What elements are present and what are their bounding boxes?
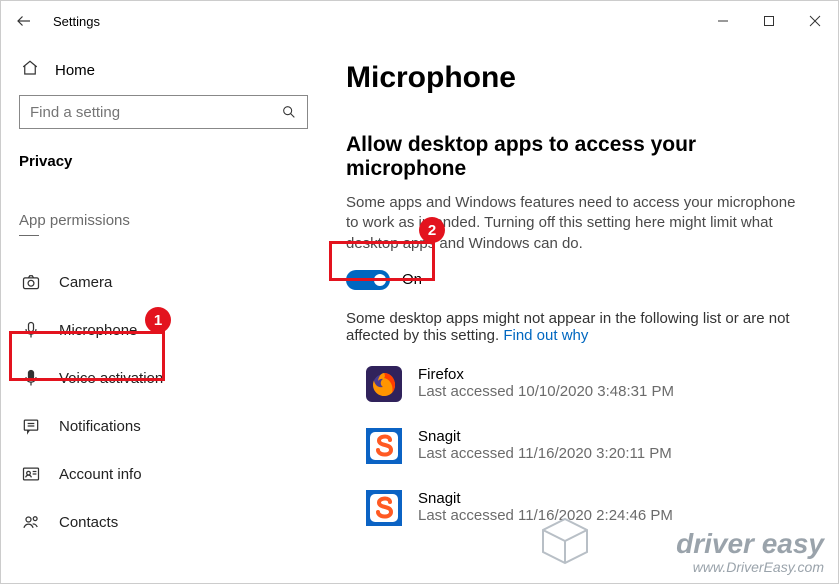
app-row: Firefox Last accessed 10/10/2020 3:48:31… bbox=[366, 366, 810, 402]
sidebar-item-label: Notifications bbox=[59, 418, 141, 435]
app-subtext: Last accessed 11/16/2020 2:24:46 PM bbox=[418, 507, 673, 524]
account-info-icon bbox=[21, 464, 41, 484]
titlebar: Settings bbox=[1, 1, 838, 41]
sidebar-item-label: Voice activation bbox=[59, 370, 163, 387]
app-name: Firefox bbox=[418, 366, 674, 383]
app-subtext: Last accessed 11/16/2020 3:20:11 PM bbox=[418, 445, 672, 462]
window-title: Settings bbox=[47, 14, 100, 29]
microphone-icon bbox=[21, 320, 41, 340]
page-heading: Microphone bbox=[346, 61, 810, 95]
app-row: Snagit Last accessed 11/16/2020 2:24:46 … bbox=[366, 490, 810, 526]
window-controls bbox=[700, 5, 838, 37]
sidebar-item-voice-activation[interactable]: Voice activation bbox=[19, 354, 308, 402]
sidebar-item-label: Camera bbox=[59, 274, 112, 291]
camera-icon bbox=[21, 272, 41, 292]
sidebar-item-label: Account info bbox=[59, 466, 142, 483]
note-text: Some desktop apps might not appear in th… bbox=[346, 310, 810, 344]
minimize-button[interactable] bbox=[700, 5, 746, 37]
section-heading: Allow desktop apps to access your microp… bbox=[346, 133, 810, 181]
app-subtext: Last accessed 10/10/2020 3:48:31 PM bbox=[418, 383, 674, 400]
home-icon bbox=[21, 59, 39, 81]
search-icon bbox=[281, 104, 297, 125]
sidebar-item-account-info[interactable]: Account info bbox=[19, 450, 308, 498]
home-label: Home bbox=[55, 62, 95, 79]
snagit-icon bbox=[366, 490, 402, 526]
contacts-icon bbox=[21, 512, 41, 532]
notifications-icon bbox=[21, 416, 41, 436]
section-label: App permissions bbox=[19, 212, 308, 229]
app-list: Firefox Last accessed 10/10/2020 3:48:31… bbox=[346, 366, 810, 526]
sidebar-item-microphone[interactable]: Microphone bbox=[19, 306, 308, 354]
section-description: Some apps and Windows features need to a… bbox=[346, 193, 810, 254]
snagit-icon bbox=[366, 428, 402, 464]
home-nav[interactable]: Home bbox=[19, 55, 308, 95]
toggle-state-label: On bbox=[402, 271, 422, 288]
sidebar-item-notifications[interactable]: Notifications bbox=[19, 402, 308, 450]
back-button[interactable] bbox=[1, 1, 47, 41]
sidebar-item-camera[interactable]: Camera bbox=[19, 258, 308, 306]
app-name: Snagit bbox=[418, 428, 672, 445]
close-button[interactable] bbox=[792, 5, 838, 37]
maximize-button[interactable] bbox=[746, 5, 792, 37]
find-out-why-link[interactable]: Find out why bbox=[503, 327, 588, 344]
voice-activation-icon bbox=[21, 368, 41, 388]
sidebar-item-label: Contacts bbox=[59, 514, 118, 531]
search-input[interactable] bbox=[30, 104, 297, 121]
content-area: Microphone Allow desktop apps to access … bbox=[326, 41, 838, 583]
sidebar: Home Privacy App permissions Camera Micr… bbox=[1, 41, 326, 583]
app-name: Snagit bbox=[418, 490, 673, 507]
sidebar-item-label: Microphone bbox=[59, 322, 137, 339]
category-label: Privacy bbox=[19, 153, 308, 170]
search-input-wrap[interactable] bbox=[19, 95, 308, 129]
firefox-icon bbox=[366, 366, 402, 402]
toggle-row: On bbox=[346, 270, 810, 290]
app-row: Snagit Last accessed 11/16/2020 3:20:11 … bbox=[366, 428, 810, 464]
sidebar-item-contacts[interactable]: Contacts bbox=[19, 498, 308, 546]
section-underline bbox=[19, 235, 39, 236]
allow-desktop-mic-toggle[interactable] bbox=[346, 270, 390, 290]
